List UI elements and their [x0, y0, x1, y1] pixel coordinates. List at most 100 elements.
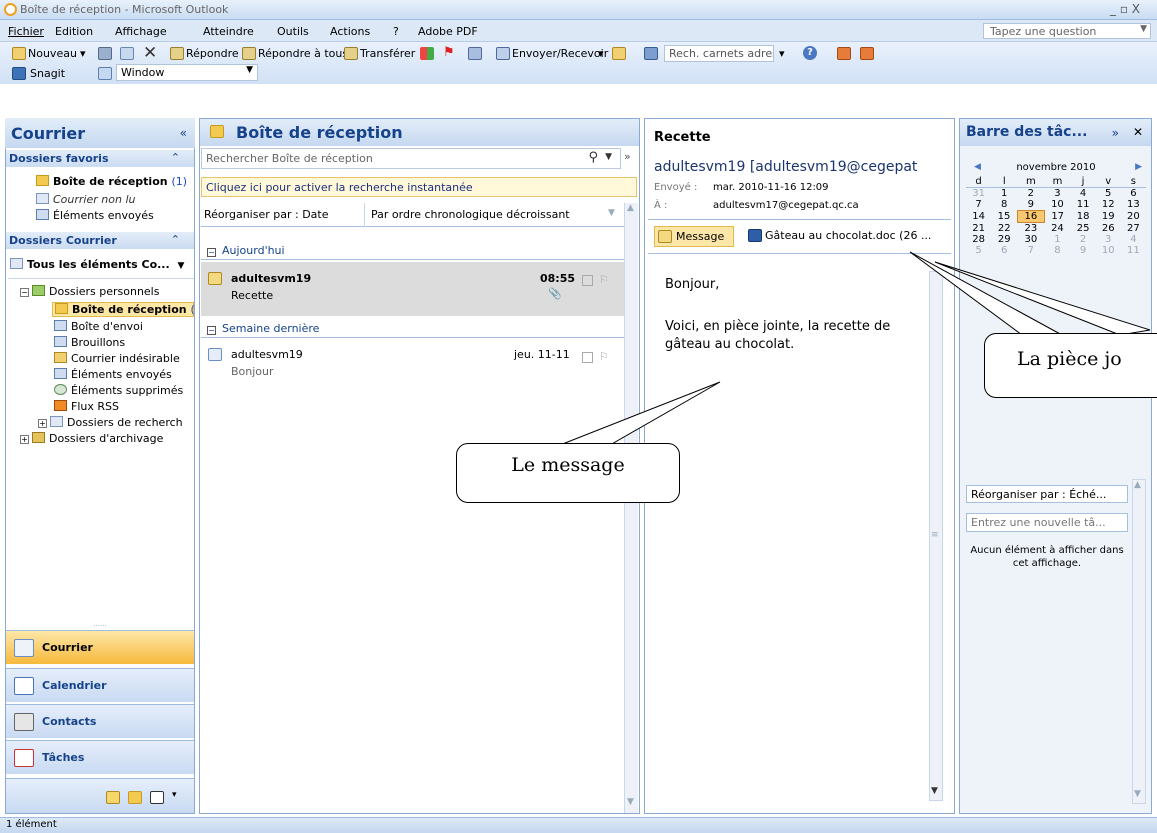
- favorite-inbox[interactable]: Boîte de réception (1): [36, 175, 187, 188]
- menu-adobe-pdf[interactable]: Adobe PDF: [418, 25, 478, 38]
- chevron-down-icon[interactable]: ▾: [172, 790, 177, 800]
- calendar-day[interactable]: 10: [1096, 245, 1121, 256]
- calendar-day[interactable]: 26: [1096, 223, 1121, 235]
- new-button[interactable]: Nouveau: [28, 47, 77, 60]
- task-arrange-header[interactable]: Réorganiser par : Éché...: [966, 485, 1128, 503]
- message-list-scrollbar[interactable]: ▲ ▼: [624, 203, 638, 813]
- calendar-day[interactable]: 10: [1044, 199, 1070, 211]
- calendar-day[interactable]: 7: [966, 199, 991, 211]
- favorite-unread[interactable]: Courrier non lu: [36, 193, 135, 206]
- nav-button-mail[interactable]: Courrier: [6, 630, 194, 664]
- tree-drafts[interactable]: Brouillons: [54, 336, 125, 349]
- calendar-day[interactable]: 9: [1071, 245, 1096, 256]
- prev-month-icon[interactable]: ◀: [974, 162, 981, 172]
- help-search-input[interactable]: Tapez une question ▼: [983, 23, 1151, 39]
- arrange-by[interactable]: Réorganiser par : Date: [204, 208, 328, 221]
- tree-inbox[interactable]: Boîte de réception (: [52, 302, 195, 317]
- category-checkbox[interactable]: [582, 275, 593, 286]
- calendar-day[interactable]: 14: [966, 211, 991, 223]
- tab-message[interactable]: Message: [654, 226, 734, 247]
- scroll-up-icon[interactable]: ▲: [1134, 480, 1141, 490]
- chevron-down-icon[interactable]: ▾: [598, 47, 604, 60]
- calendar-day[interactable]: 28: [966, 234, 991, 245]
- menu-fichier[interactable]: Fichier: [8, 25, 44, 38]
- calendar-day[interactable]: 8: [991, 199, 1017, 211]
- chevron-down-icon[interactable]: ▼: [605, 152, 612, 162]
- sort-order[interactable]: Par ordre chronologique décroissant: [371, 208, 570, 221]
- menu-affichage[interactable]: Affichage: [115, 25, 167, 38]
- splitter-grip[interactable]: ......: [6, 621, 194, 630]
- tree-sent[interactable]: Éléments envoyés: [54, 368, 172, 381]
- menu-outils[interactable]: Outils: [277, 25, 309, 38]
- menu-help[interactable]: ?: [393, 25, 399, 38]
- scroll-down-icon[interactable]: ▼: [1134, 789, 1141, 799]
- calendar-day[interactable]: 18: [1071, 211, 1096, 223]
- calendar-day[interactable]: 17: [1044, 211, 1070, 223]
- tree-deleted[interactable]: Éléments supprimés: [54, 384, 183, 397]
- favorite-sent[interactable]: Éléments envoyés: [36, 209, 154, 222]
- group-last-week[interactable]: − Semaine dernière: [201, 318, 624, 338]
- group-today[interactable]: − Aujourd'hui: [201, 240, 624, 260]
- calendar-day[interactable]: 15: [991, 211, 1017, 223]
- attachment-link[interactable]: Gâteau au chocolat.doc (26 ...: [745, 226, 945, 247]
- reply-button[interactable]: Répondre: [186, 47, 239, 60]
- scroll-down-icon[interactable]: ▼: [931, 786, 938, 796]
- send-receive-button[interactable]: Envoyer/Recevoir: [512, 47, 608, 60]
- calendar-day[interactable]: 27: [1121, 223, 1146, 235]
- forward-button[interactable]: Transférer: [360, 47, 415, 60]
- help-icon[interactable]: ?: [803, 46, 817, 60]
- calendar-day[interactable]: 6: [991, 245, 1017, 256]
- tree-personal-folders[interactable]: − Dossiers personnels: [20, 285, 159, 298]
- window-select[interactable]: Window ▼: [116, 64, 258, 81]
- chevron-down-icon[interactable]: ▼: [608, 208, 615, 218]
- calendar-day[interactable]: 3: [1096, 234, 1121, 245]
- snagit-button[interactable]: Snagit: [30, 67, 65, 80]
- reading-scrollbar[interactable]: ≡ ▼: [929, 271, 943, 801]
- message-sender[interactable]: adultesvm19 [adultesvm19@cegepat: [654, 159, 950, 175]
- inbox-search-input[interactable]: Rechercher Boîte de réception ⚲ ▼: [201, 148, 621, 169]
- calendar-day[interactable]: 2: [1017, 188, 1044, 199]
- calendar-day[interactable]: 1: [991, 188, 1017, 199]
- calendar-day[interactable]: 21: [966, 223, 991, 235]
- move-icon[interactable]: [120, 47, 134, 60]
- nav-button-tasks[interactable]: Tâches: [6, 740, 194, 774]
- categorize-icon[interactable]: [420, 47, 434, 60]
- scroll-down-icon[interactable]: ▼: [627, 797, 634, 807]
- calendar-day[interactable]: 11: [1071, 199, 1096, 211]
- chevron-down-icon[interactable]: ▾: [80, 47, 86, 60]
- calendar-day[interactable]: 4: [1121, 234, 1146, 245]
- calendar-day[interactable]: 4: [1071, 188, 1096, 199]
- close-icon[interactable]: ✕: [1133, 125, 1143, 139]
- snagit-capture-alt-icon[interactable]: [860, 47, 874, 60]
- calendar-day[interactable]: 19: [1096, 211, 1121, 223]
- message-row[interactable]: adultesvm19 Bonjour jeu. 11-11 ⚐: [201, 340, 624, 384]
- search-icon[interactable]: ⚲: [588, 150, 598, 165]
- calendar-day[interactable]: 8: [1044, 245, 1070, 256]
- calendar-day[interactable]: 7: [1017, 245, 1044, 256]
- calendar-day[interactable]: 11: [1121, 245, 1146, 256]
- calendar-day[interactable]: 12: [1096, 199, 1121, 211]
- calendar-day[interactable]: 29: [991, 234, 1017, 245]
- to-value[interactable]: adultesvm17@cegepat.qc.ca: [713, 200, 859, 211]
- calendar-day[interactable]: 25: [1071, 223, 1096, 235]
- calendar-day[interactable]: 22: [991, 223, 1017, 235]
- favorites-header[interactable]: Dossiers favoris ⌃: [6, 150, 194, 167]
- scroll-grip-icon[interactable]: ≡: [931, 530, 939, 540]
- snagit-capture-icon[interactable]: [837, 47, 851, 60]
- folder-list-icon[interactable]: [128, 791, 142, 804]
- notes-icon[interactable]: [106, 791, 120, 804]
- calendar-day[interactable]: 2: [1071, 234, 1096, 245]
- collapse-pane-icon[interactable]: «: [180, 126, 187, 140]
- calendar-day[interactable]: 31: [966, 188, 991, 199]
- message-row[interactable]: adultesvm19 Recette 08:55 📎 ⚐: [201, 262, 624, 316]
- new-task-input[interactable]: Entrez une nouvelle tâ...: [966, 513, 1128, 532]
- tree-archive[interactable]: + Dossiers d'archivage: [20, 432, 163, 445]
- tree-junk[interactable]: Courrier indésirable: [54, 352, 180, 365]
- tree-search-folders[interactable]: + Dossiers de recherch: [38, 416, 183, 429]
- calendar-day[interactable]: 23: [1017, 223, 1044, 234]
- print-icon[interactable]: [98, 47, 112, 60]
- calendar-day[interactable]: 20: [1121, 211, 1146, 223]
- address-book-icon[interactable]: [644, 47, 658, 60]
- reply-all-button[interactable]: Répondre à tous: [258, 47, 348, 60]
- collapse-icon[interactable]: −: [207, 326, 216, 335]
